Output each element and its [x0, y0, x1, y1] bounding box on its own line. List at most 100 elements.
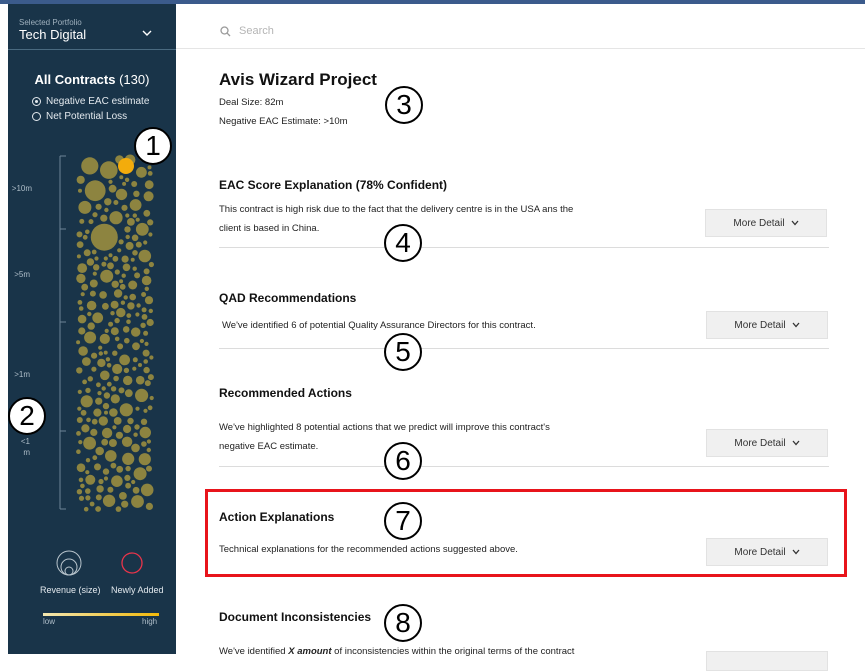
contract-bubble[interactable] [97, 358, 106, 368]
contract-bubble[interactable] [78, 440, 83, 445]
contract-bubble[interactable] [112, 363, 123, 375]
contract-bubble[interactable] [126, 313, 132, 318]
contract-bubble[interactable] [143, 330, 149, 336]
contract-bubble[interactable] [87, 311, 92, 317]
contract-bubble[interactable] [108, 439, 117, 447]
contract-bubble[interactable] [116, 307, 126, 318]
contract-bubble[interactable] [77, 300, 83, 305]
contract-bubble[interactable] [146, 318, 154, 327]
contract-bubble[interactable] [129, 199, 142, 211]
contract-bubble[interactable] [83, 249, 91, 257]
contract-bubble[interactable] [114, 269, 120, 275]
contract-bubble[interactable] [119, 175, 124, 180]
contract-bubble[interactable] [135, 406, 140, 411]
contract-bubble[interactable] [125, 234, 130, 240]
contract-bubble[interactable] [143, 240, 148, 245]
contract-bubble[interactable] [119, 492, 127, 500]
contract-bubble[interactable] [131, 479, 136, 485]
more-detail-button[interactable]: More Detail [705, 209, 827, 237]
contract-bubble[interactable] [121, 204, 128, 211]
contract-bubble[interactable] [132, 342, 140, 351]
contract-bubble[interactable] [95, 506, 101, 512]
contract-bubble[interactable] [112, 425, 117, 430]
contract-bubble[interactable] [98, 478, 104, 485]
contract-bubble[interactable] [139, 426, 151, 439]
contract-bubble[interactable] [132, 357, 138, 363]
contract-bubble[interactable] [85, 470, 90, 475]
contract-bubble[interactable] [121, 273, 126, 278]
contract-bubble[interactable] [84, 180, 106, 202]
contract-bubble[interactable] [76, 231, 83, 238]
contract-bubble[interactable] [115, 188, 128, 201]
contract-bubble[interactable] [124, 337, 130, 344]
contract-bubble[interactable] [113, 289, 123, 298]
contract-bubble[interactable] [117, 248, 122, 253]
contract-bubble[interactable] [92, 312, 104, 324]
contract-bubble[interactable] [76, 417, 83, 423]
contract-bubble[interactable] [110, 300, 119, 309]
contract-bubble[interactable] [91, 366, 97, 372]
contract-bubble[interactable] [76, 449, 81, 455]
contract-bubble[interactable] [144, 296, 154, 305]
contract-bubble[interactable] [80, 409, 87, 416]
contract-bubble[interactable] [123, 375, 133, 386]
contract-bubble[interactable] [111, 475, 123, 488]
contract-bubble[interactable] [132, 266, 137, 271]
contract-bubble[interactable] [77, 389, 82, 394]
contract-bubble[interactable] [102, 402, 110, 410]
bubble-group[interactable] [76, 154, 154, 512]
contract-bubble[interactable] [104, 410, 108, 415]
contract-bubble[interactable] [125, 241, 134, 250]
contract-bubble[interactable] [93, 408, 102, 417]
contract-bubble[interactable] [110, 311, 115, 316]
contract-bubble[interactable] [80, 395, 93, 408]
contract-bubble[interactable] [82, 357, 91, 366]
contract-bubble[interactable] [146, 465, 152, 472]
contract-bubble[interactable] [96, 382, 101, 388]
contract-bubble[interactable] [88, 219, 94, 225]
contract-bubble[interactable] [101, 386, 106, 391]
contract-bubble[interactable] [112, 350, 118, 356]
contract-bubble[interactable] [123, 367, 130, 374]
contract-bubble[interactable] [141, 307, 147, 313]
contract-bubble[interactable] [131, 327, 141, 337]
contract-bubble[interactable] [124, 226, 131, 233]
contract-bubble[interactable] [95, 494, 102, 501]
contract-bubble[interactable] [140, 322, 146, 328]
contract-bubble[interactable] [98, 351, 104, 356]
contract-bubble[interactable] [76, 273, 86, 284]
contract-bubble[interactable] [81, 283, 89, 291]
contract-bubble[interactable] [76, 489, 83, 495]
contract-bubble[interactable] [144, 380, 151, 387]
contract-bubble[interactable] [83, 436, 96, 450]
contract-bubble[interactable] [78, 188, 82, 193]
contract-bubble[interactable] [108, 179, 113, 184]
contract-bubble[interactable] [131, 181, 138, 187]
contract-bubble[interactable] [138, 453, 151, 466]
contract-bubble[interactable] [131, 495, 144, 508]
contract-bubble[interactable] [108, 253, 113, 258]
contract-bubble[interactable] [102, 494, 116, 507]
contract-bubble[interactable] [89, 501, 95, 507]
contract-bubble[interactable] [101, 438, 109, 446]
contract-bubble[interactable] [132, 366, 137, 371]
contract-bubble[interactable] [116, 465, 124, 473]
contract-bubble[interactable] [81, 157, 99, 175]
contract-bubble[interactable] [124, 177, 130, 182]
contract-bubble[interactable] [130, 257, 135, 262]
contract-bubble[interactable] [100, 161, 118, 179]
contract-bubble[interactable] [132, 213, 137, 218]
contract-bubble[interactable] [147, 405, 153, 411]
selected-contract-bubble[interactable] [118, 158, 134, 174]
contract-bubble[interactable] [123, 424, 132, 434]
contract-bubble[interactable] [143, 268, 150, 275]
contract-bubble[interactable] [78, 306, 84, 311]
contract-bubble[interactable] [92, 271, 97, 276]
contract-bubble[interactable] [104, 207, 109, 213]
contract-bubble[interactable] [134, 424, 140, 430]
contract-bubble[interactable] [91, 352, 98, 359]
contract-bubble[interactable] [105, 450, 117, 462]
contract-bubble[interactable] [82, 234, 88, 240]
contract-bubble[interactable] [80, 483, 85, 489]
contract-bubble[interactable] [148, 232, 153, 237]
